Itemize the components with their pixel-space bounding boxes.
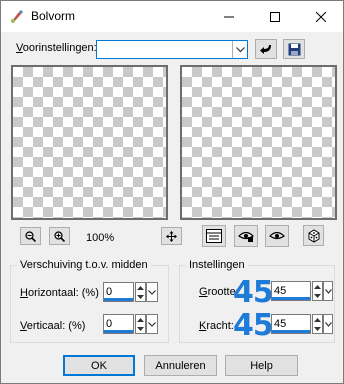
chevron-down-icon[interactable] [313, 324, 322, 333]
chevron-up-icon[interactable] [313, 315, 322, 324]
chevron-down-icon[interactable] [313, 291, 322, 300]
auto-proof-button[interactable] [265, 225, 289, 247]
move-icon [166, 230, 177, 242]
dice-icon [308, 228, 319, 243]
save-icon [288, 43, 300, 55]
vertical-spinner[interactable] [135, 314, 146, 334]
app-icon [11, 10, 23, 23]
chevron-down-icon[interactable] [136, 324, 145, 333]
randomize-button[interactable] [303, 225, 324, 246]
zoom-out-icon [25, 230, 36, 242]
cancel-button[interactable]: Annuleren [144, 355, 217, 376]
presets-combobox[interactable] [96, 40, 248, 59]
save-preset-button[interactable] [283, 39, 305, 59]
strength-input[interactable]: 45 [271, 314, 311, 334]
vertical-label: Verticaal: (%) [20, 320, 85, 332]
strength-dropdown[interactable] [323, 314, 333, 334]
strength-value: 45 [274, 318, 287, 330]
minimize-icon [224, 16, 234, 17]
maximize-button[interactable] [252, 1, 298, 32]
horizontal-label-mnemonic: H [20, 287, 28, 299]
chevron-down-icon[interactable] [232, 41, 247, 58]
horizontal-label-text: orizontaal: (%) [27, 287, 99, 299]
chevron-down-icon [148, 321, 156, 327]
toggle-preview-button[interactable] [202, 225, 226, 247]
close-icon [316, 11, 326, 22]
presets-label: Voorinstellingen: [16, 42, 97, 54]
size-slider-bar[interactable] [272, 297, 310, 300]
offset-group-title: Verschuiving t.o.v. midden [17, 259, 151, 271]
size-dropdown[interactable] [323, 281, 333, 301]
zoom-in-button[interactable] [49, 227, 70, 245]
result-preview[interactable] [180, 65, 337, 220]
size-big-value: 45 [233, 275, 274, 310]
vertical-dropdown[interactable] [146, 314, 158, 334]
vertical-label-text: erticaal: (%) [26, 320, 86, 332]
source-preview[interactable] [11, 65, 168, 220]
strength-label-text: racht: [206, 320, 234, 332]
window-title: Bolvorm [31, 9, 76, 23]
size-label-mnemonic: G [199, 286, 208, 298]
close-button[interactable] [298, 1, 344, 32]
chevron-down-icon [148, 289, 156, 295]
size-value: 45 [274, 285, 287, 297]
strength-label: Kracht: [199, 320, 234, 332]
undo-icon [260, 45, 271, 54]
chevron-down-icon [324, 288, 332, 294]
horizontal-spinner[interactable] [135, 282, 146, 302]
horizontal-input[interactable]: 0 [103, 282, 134, 302]
horizontal-slider-bar[interactable] [104, 298, 133, 301]
minimize-button[interactable] [206, 1, 252, 32]
settings-group-title: Instellingen [186, 259, 248, 271]
chevron-up-icon[interactable] [136, 283, 145, 292]
bolvorm-dialog: Bolvorm Voorinstellingen: 100% Verschuiv… [0, 0, 344, 384]
vertical-value: 0 [106, 318, 113, 330]
eye-icon [269, 231, 285, 240]
zoom-out-button[interactable] [20, 227, 41, 245]
presets-label-mnemonic: V [16, 42, 23, 54]
horizontal-label: Horizontaal: (%) [20, 287, 99, 299]
strength-slider-bar[interactable] [272, 330, 310, 333]
horizontal-dropdown[interactable] [146, 282, 158, 302]
proof-button[interactable] [234, 225, 258, 247]
maximize-icon [270, 11, 280, 22]
reset-button[interactable] [255, 39, 277, 59]
horizontal-value: 0 [106, 286, 113, 298]
pan-button[interactable] [161, 227, 182, 245]
presets-label-text: oorinstellingen: [22, 42, 97, 54]
preview-panel-icon [206, 229, 222, 243]
chevron-up-icon[interactable] [313, 282, 322, 291]
chevron-up-icon[interactable] [136, 315, 145, 324]
chevron-down-icon[interactable] [136, 292, 145, 301]
vertical-label-mnemonic: V [20, 320, 27, 332]
chevron-down-icon [324, 321, 332, 327]
size-spinner[interactable] [312, 281, 323, 301]
ok-button[interactable]: OK [63, 355, 135, 376]
vertical-input[interactable]: 0 [103, 314, 134, 334]
zoom-in-icon [54, 230, 65, 242]
title-bar[interactable]: Bolvorm [1, 1, 343, 32]
zoom-level: 100% [86, 232, 115, 244]
help-button[interactable]: Help [225, 355, 298, 376]
strength-spinner[interactable] [312, 314, 323, 334]
size-input[interactable]: 45 [271, 281, 311, 301]
vertical-slider-bar[interactable] [104, 330, 133, 333]
eye-lock-icon [238, 231, 254, 242]
strength-big-value: 45 [233, 308, 274, 343]
